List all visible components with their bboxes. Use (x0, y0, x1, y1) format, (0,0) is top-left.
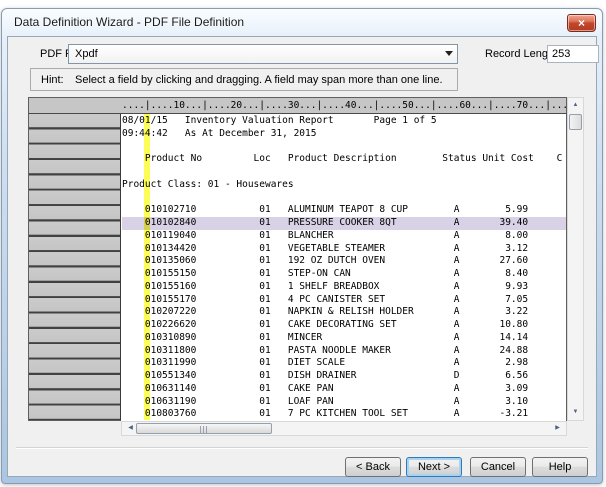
report-lines: 08/01/15 Inventory Valuation Report Page… (122, 115, 566, 421)
chevron-down-icon[interactable] (445, 51, 453, 56)
report-line[interactable]: 010631190 01 LOAF PAN A 3.10 (122, 396, 566, 409)
record-length-input[interactable] (547, 45, 599, 63)
horizontal-scrollbar-thumb[interactable] (136, 423, 272, 434)
hint-label: Hint: (41, 74, 64, 86)
report-line[interactable]: 010311800 01 PASTA NOODLE MAKER A 24.88 (122, 345, 566, 358)
scroll-down-icon[interactable]: ▼ (568, 405, 583, 420)
horizontal-scrollbar[interactable]: ◀ ▶ (121, 421, 567, 436)
report-text-area[interactable]: 08/01/15 Inventory Valuation Report Page… (121, 114, 567, 421)
report-line[interactable] (122, 192, 566, 205)
column-ruler-text: ....|....10...|....20...|....30...|....4… (122, 100, 567, 111)
column-ruler: ....|....10...|....20...|....30...|....4… (28, 97, 567, 114)
report-line[interactable]: 010102710 01 ALUMINUM TEAPOT 8 CUP A 5.9… (122, 204, 566, 217)
report-line[interactable]: 010226620 01 CAKE DECORATING SET A 10.80 (122, 319, 566, 332)
help-button[interactable]: Help (532, 457, 588, 477)
report-line[interactable] (122, 141, 566, 154)
hint-text: Select a field by clicking and dragging.… (75, 74, 443, 86)
pdf-preview-panel: ....|....10...|....20...|....30...|....4… (28, 97, 584, 436)
report-line[interactable]: 010155150 01 STEP-ON CAN A 8.40 (122, 268, 566, 281)
title-bar[interactable]: Data Definition Wizard - PDF File Defini… (2, 9, 602, 36)
report-line[interactable]: Product Class: 01 - Housewares (122, 179, 566, 192)
scrollbar-grip-icon (200, 426, 208, 433)
report-line[interactable]: 010207220 01 NAPKIN & RELISH HOLDER A 3.… (122, 306, 566, 319)
cancel-button[interactable]: Cancel (470, 457, 526, 477)
vertical-scrollbar[interactable]: ▲ ▼ (567, 97, 584, 421)
row-gutter[interactable] (28, 114, 121, 421)
button-separator (16, 447, 588, 449)
close-icon[interactable]: × (567, 14, 596, 32)
scroll-up-icon[interactable]: ▲ (568, 98, 583, 113)
pdf-parser-combobox[interactable]: Xpdf (68, 44, 458, 64)
report-line[interactable]: 010102840 01 PRESSURE COOKER 8QT A 39.40 (122, 217, 566, 230)
data-definition-wizard-dialog: Data Definition Wizard - PDF File Defini… (1, 8, 603, 484)
pdf-parser-value: Xpdf (75, 48, 98, 60)
report-line[interactable]: 08/01/15 Inventory Valuation Report Page… (122, 115, 566, 128)
dialog-client-area: PDF Parser Xpdf Record Length Hint: Sele… (7, 36, 597, 477)
report-line[interactable]: 010134420 01 VEGETABLE STEAMER A 3.12 (122, 243, 566, 256)
screenshot-canvas: Data Definition Wizard - PDF File Defini… (0, 0, 606, 487)
scroll-right-icon[interactable]: ▶ (550, 421, 565, 436)
window-title: Data Definition Wizard - PDF File Defini… (14, 15, 244, 29)
report-line[interactable] (122, 166, 566, 179)
report-line[interactable]: 010155170 01 4 PC CANISTER SET A 7.05 (122, 294, 566, 307)
back-button[interactable]: < Back (345, 457, 401, 477)
report-line[interactable]: 010119040 01 BLANCHER A 8.00 (122, 230, 566, 243)
report-line[interactable]: 010135060 01 192 OZ DUTCH OVEN A 27.60 (122, 255, 566, 268)
report-line[interactable]: 010155160 01 1 SHELF BREADBOX A 9.93 (122, 281, 566, 294)
report-line[interactable]: 010631140 01 CAKE PAN A 3.09 (122, 383, 566, 396)
report-line[interactable]: Product No Loc Product Description Statu… (122, 153, 566, 166)
report-line[interactable]: 010310890 01 MINCER A 14.14 (122, 332, 566, 345)
report-line[interactable]: 010311990 01 DIET SCALE A 2.98 (122, 357, 566, 370)
hint-box: Hint: Select a field by clicking and dra… (30, 68, 458, 91)
next-button[interactable]: Next > (406, 457, 462, 477)
report-line[interactable]: 010803760 01 7 PC KITCHEN TOOL SET A -3.… (122, 408, 566, 421)
report-line[interactable]: 09:44:42 As At December 31, 2015 (122, 128, 566, 141)
report-line[interactable]: 010551340 01 DISH DRAINER D 6.56 (122, 370, 566, 383)
vertical-scrollbar-thumb[interactable] (569, 114, 582, 130)
